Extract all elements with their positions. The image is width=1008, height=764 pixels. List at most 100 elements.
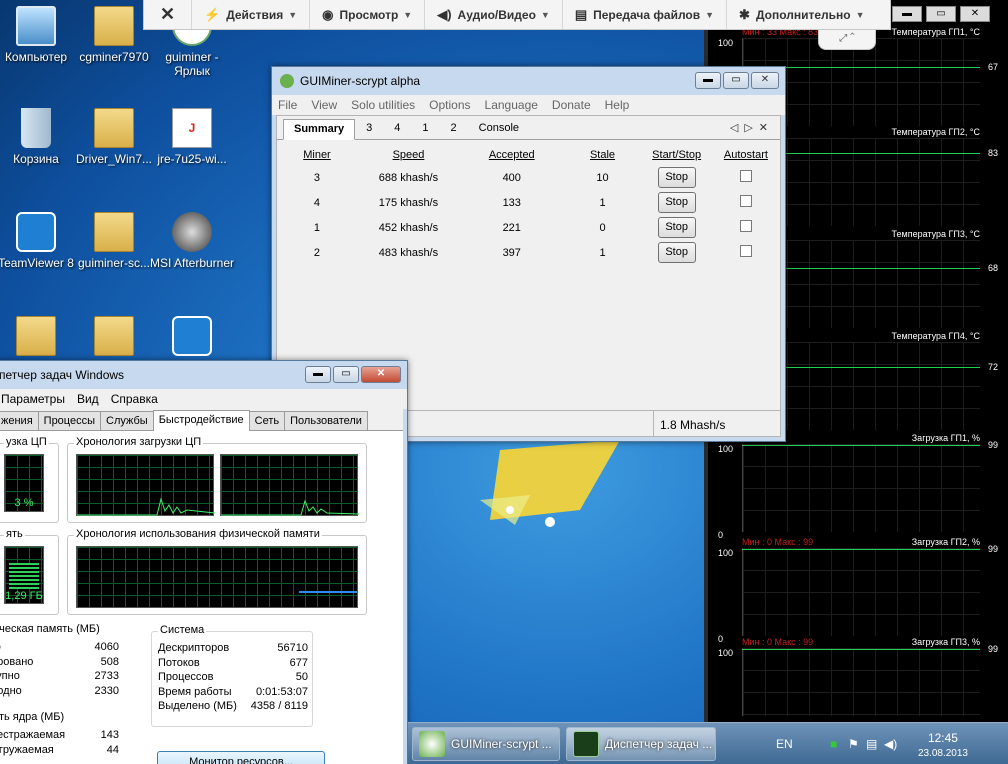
guiminer-tabs: Summary 3 4 1 2 Console ◁▷✕ — [277, 116, 780, 140]
maximize-button[interactable]: ▭ — [723, 72, 749, 89]
minimize-icon[interactable]: ▬ — [892, 6, 922, 22]
toolbar-file-transfer-button[interactable]: ▤ Передача файлов ▼ — [563, 0, 728, 29]
stat-row: пестражаемая 143 — [0, 729, 119, 744]
menu-item[interactable]: File — [278, 98, 297, 112]
resource-monitor-button[interactable]: Монитор ресурсов... — [157, 751, 325, 764]
autostart-checkbox[interactable] — [739, 245, 752, 257]
cpu-history-group: Хронология загрузки ЦП — [67, 436, 367, 523]
minimize-button[interactable]: ▬ — [695, 72, 721, 89]
close-icon[interactable]: ✕ — [960, 6, 990, 22]
cpu-meter: 3 % — [4, 454, 44, 512]
toolbar-view-button[interactable]: ◉ Просмотр ▼ — [310, 0, 426, 29]
tab-5[interactable]: Пользователи — [284, 411, 368, 430]
toolbar-actions-button[interactable]: ⚡ Действия ▼ — [192, 0, 311, 29]
tab-4[interactable]: Сеть — [248, 411, 286, 430]
stop-button[interactable]: Stop — [657, 192, 696, 213]
close-button[interactable]: ✕ — [751, 72, 779, 89]
menu-item[interactable]: Donate — [552, 98, 591, 112]
column-header[interactable]: Start/Stop — [641, 145, 711, 165]
stat-value: 2733 — [94, 670, 119, 682]
cpu-history-graph-1 — [76, 454, 216, 516]
teamviewer-icon — [172, 316, 212, 356]
minimize-button[interactable]: ▬ — [305, 366, 331, 383]
desktop-icon-afterburner[interactable]: MSI Afterburner — [146, 212, 238, 270]
folder-icon — [94, 316, 134, 356]
tab-3[interactable]: 3 — [355, 118, 383, 139]
desktop-icon-teamviewer-partial[interactable] — [146, 316, 238, 360]
column-header[interactable]: Stale — [564, 145, 642, 165]
stat-value: 56710 — [277, 642, 308, 654]
network-tray-icon[interactable]: ▤ — [866, 737, 877, 751]
panel-header: Мин : 0 Макс : 99 Загрузка ГП3, % — [718, 636, 980, 648]
column-header[interactable]: Miner — [277, 145, 357, 165]
menu-item[interactable]: Language — [485, 98, 538, 112]
clock[interactable]: 12:45 23.08.2013 — [918, 731, 968, 761]
taskmgr-menubar: Параметры Вид Справка — [0, 389, 407, 409]
taskbar: GUIMiner-scrypt ... Диспетчер задач ... … — [408, 722, 1008, 764]
autostart-checkbox[interactable] — [739, 195, 752, 207]
volume-tray-icon[interactable]: ◀) — [884, 737, 897, 751]
stat-value: 50 — [295, 671, 308, 683]
tab-1[interactable]: 1 — [411, 118, 439, 139]
menu-item[interactable]: View — [311, 98, 337, 112]
menu-item[interactable]: Options — [429, 98, 470, 112]
stat-value: 0:01:53:07 — [256, 685, 308, 698]
stat-row: Время работы 0:01:53:07 — [158, 686, 308, 701]
kernel-memory-group: ять ядра (МБ) пестражаемая 143 ыгружаемая 4… — [0, 711, 139, 764]
language-indicator[interactable]: EN — [776, 737, 793, 751]
tab-3[interactable]: Быстродействие — [152, 410, 250, 431]
tab-2[interactable]: Службы — [100, 411, 154, 430]
tab-4[interactable]: 4 — [383, 118, 411, 139]
stop-button[interactable]: Stop — [657, 167, 696, 188]
menu-item[interactable]: Вид — [77, 392, 99, 406]
column-header[interactable]: Autostart — [712, 145, 780, 165]
menu-item[interactable]: Solo utilities — [351, 98, 415, 112]
taskbar-button-guiminer[interactable]: GUIMiner-scrypt ... — [412, 727, 560, 761]
tab-summary[interactable]: Summary — [283, 119, 356, 140]
column-header[interactable]: Accepted — [460, 145, 564, 165]
panel-title: Температура ГП1, °C — [891, 27, 980, 37]
window-title: петчер задач Windows — [0, 368, 125, 382]
autostart-checkbox[interactable] — [739, 170, 752, 182]
stat-label: ировано — [0, 655, 34, 668]
close-icon[interactable]: ✕ — [759, 122, 774, 134]
menu-item[interactable]: Параметры — [1, 392, 65, 406]
toolbar-pin-handle[interactable]: ⤢ ⌃ — [818, 30, 876, 50]
close-button[interactable]: ✕ — [361, 366, 401, 383]
cpu-usage-group: узка ЦП 3 % — [0, 436, 59, 523]
stop-button[interactable]: Stop — [657, 217, 696, 238]
teamviewer-icon — [16, 212, 56, 252]
chevron-right-icon[interactable]: ▷ — [744, 122, 758, 134]
menu-item[interactable]: Справка — [111, 392, 158, 406]
remote-toolbar: ✕ ⚡ Действия ▼ ◉ Просмотр ▼ ◀) Аудио/Видео ▼ ▤… — [143, 0, 891, 30]
flag-tray-icon[interactable]: ⚑ — [848, 737, 859, 751]
close-icon: ✕ — [159, 4, 176, 24]
taskbar-button-taskmgr[interactable]: Диспетчер задач ... — [566, 727, 716, 761]
panel-title: Температура ГП4, °C — [891, 331, 980, 341]
toolbar-extra-button[interactable]: ✱ Дополнительно ▼ — [727, 0, 877, 29]
group-title: ическая память (МБ) — [0, 623, 102, 635]
cell-accepted: 133 — [502, 196, 521, 209]
desktop-icon-java[interactable]: J jre-7u25-wi... — [146, 108, 238, 166]
file-transfer-icon: ▤ — [574, 6, 588, 22]
tab-1[interactable]: Процессы — [37, 411, 101, 430]
chevron-left-icon[interactable]: ◁ — [730, 122, 744, 134]
cell-miner: 2 — [313, 246, 321, 259]
speaker-icon: ◀) — [437, 6, 452, 22]
stat-row: Выделено (МБ) 4358 / 8119 — [158, 700, 308, 715]
table-row: 4 175 khash/s 133 1 Stop — [277, 190, 780, 215]
taskmgr-window: петчер задач Windows ▬ ▭ ✕ Параметры Вид С… — [0, 360, 408, 764]
monitor-tray-icon[interactable]: ■ — [830, 737, 837, 751]
column-header[interactable]: Speed — [357, 145, 460, 165]
stop-button[interactable]: Stop — [657, 242, 696, 263]
toolbar-audio-video-button[interactable]: ◀) Аудио/Видео ▼ — [425, 0, 563, 29]
toolbar-close-button[interactable]: ✕ — [144, 0, 192, 29]
maximize-button[interactable]: ▭ — [333, 366, 359, 383]
autostart-checkbox[interactable] — [739, 220, 752, 232]
menu-item[interactable]: Help — [605, 98, 630, 112]
tab-console[interactable]: Console — [468, 118, 530, 139]
tab-2[interactable]: 2 — [440, 118, 468, 139]
maximize-icon[interactable]: ▭ — [926, 6, 956, 22]
tab-0[interactable]: жения — [0, 411, 39, 430]
cell-miner: 1 — [313, 221, 321, 234]
